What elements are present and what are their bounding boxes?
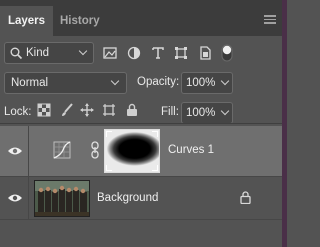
layers-panel: Layers History Kind Normal Opacity: 100%…: [0, 0, 282, 247]
opacity-value: 100%: [186, 77, 216, 89]
lock-label: Lock:: [4, 106, 32, 118]
group-photo-image: [35, 181, 89, 216]
adjustment-layer-filter-icon[interactable]: [127, 46, 141, 60]
chevron-down-icon: [110, 76, 120, 86]
chevron-down-icon: [220, 76, 230, 86]
type-layer-filter-icon[interactable]: [151, 46, 165, 60]
background-layer-thumbnail[interactable]: [34, 180, 90, 217]
blend-mode-value: Normal: [11, 77, 49, 89]
filter-kind-label: Kind: [26, 47, 50, 59]
lock-transparent-pixels-icon[interactable]: [37, 103, 51, 117]
window-edge: [282, 0, 287, 247]
layer-name[interactable]: Background: [97, 192, 158, 204]
eye-icon[interactable]: [7, 146, 23, 156]
curves-adjustment-icon: [53, 141, 71, 159]
panel-divider: [0, 123, 282, 124]
search-icon: [10, 47, 23, 60]
layer-name[interactable]: Curves 1: [168, 144, 214, 156]
chevron-down-icon: [220, 106, 230, 116]
visibility-column-divider: [28, 177, 29, 219]
lock-all-icon[interactable]: [125, 103, 139, 117]
mask-link-icon[interactable]: [90, 141, 100, 159]
fill-dropdown[interactable]: [217, 102, 233, 124]
opacity-label: Opacity:: [137, 76, 180, 88]
layer-locked-icon[interactable]: [240, 191, 251, 204]
eye-icon[interactable]: [7, 193, 23, 203]
tab-history[interactable]: History: [60, 6, 100, 36]
opacity-dropdown[interactable]: [217, 72, 233, 94]
pixel-layer-filter-icon[interactable]: [103, 46, 117, 60]
panel-menu-icon[interactable]: [264, 15, 276, 24]
tab-bar: Layers History: [0, 0, 282, 36]
layer-mask-thumbnail[interactable]: [104, 129, 160, 173]
blend-mode-select[interactable]: Normal: [4, 72, 127, 94]
lock-artboard-icon[interactable]: [102, 103, 116, 117]
chevron-down-icon: [78, 46, 88, 56]
lock-position-icon[interactable]: [80, 103, 94, 117]
tab-layers[interactable]: Layers: [0, 6, 53, 36]
lock-image-pixels-icon[interactable]: [60, 103, 74, 117]
visibility-column-divider: [28, 126, 29, 176]
fill-label: Fill:: [161, 106, 179, 118]
smart-object-filter-icon[interactable]: [198, 46, 212, 60]
fill-value: 100%: [186, 107, 216, 119]
filter-kind-select[interactable]: Kind: [4, 42, 94, 64]
shape-layer-filter-icon[interactable]: [174, 46, 188, 60]
filter-toggle-icon[interactable]: [221, 44, 233, 62]
